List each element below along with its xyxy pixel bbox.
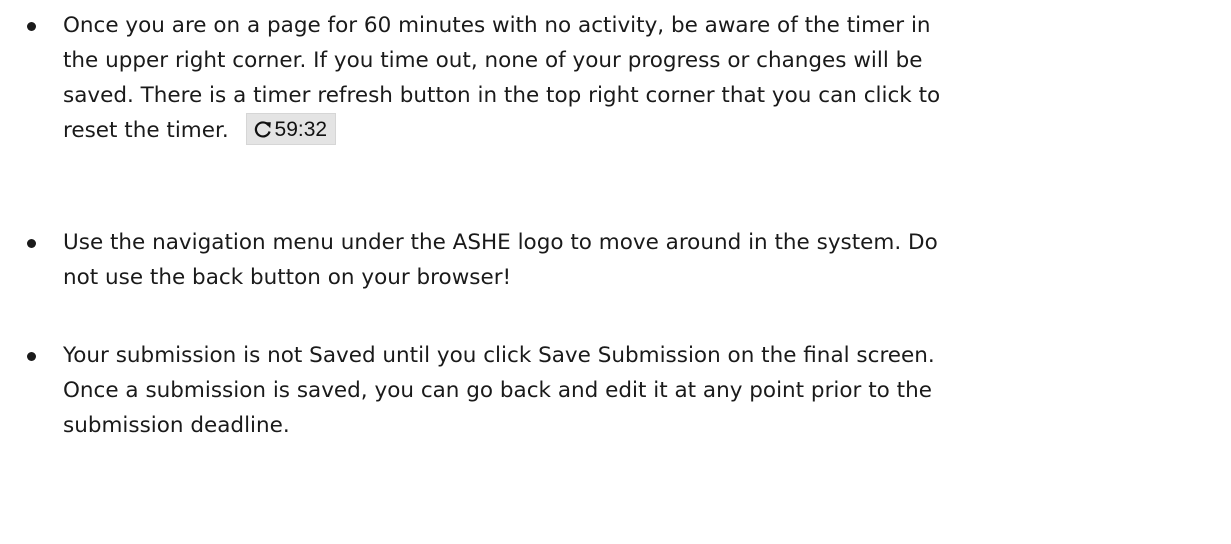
list-item-text: Your submission is not Saved until you c… [63,338,1223,443]
list-item-text: Use the navigation menu under the ASHE l… [63,225,1223,295]
timer-value: 59:32 [274,117,328,141]
text-line-with-timer: reset the timer. 59:32 [63,113,1223,148]
text-line: the upper right corner. If you time out,… [63,48,923,73]
session-timer[interactable]: 59:32 [245,113,337,145]
text-line: not use the back button on your browser! [63,265,512,290]
text-line: Your submission is not Saved until you c… [63,343,935,368]
list-item-text: Once you are on a page for 60 minutes wi… [63,8,1223,148]
bullet-icon [27,352,36,361]
bullet-icon [27,22,36,31]
text-line: saved. There is a timer refresh button i… [63,83,941,108]
text-line: Use the navigation menu under the ASHE l… [63,230,938,255]
text-line: submission deadline. [63,413,290,438]
text-line: reset the timer. [63,118,229,143]
bullet-icon [27,239,36,248]
text-line: Once a submission is saved, you can go b… [63,378,932,403]
text-line: Once you are on a page for 60 minutes wi… [63,13,931,38]
refresh-icon[interactable] [253,119,273,139]
